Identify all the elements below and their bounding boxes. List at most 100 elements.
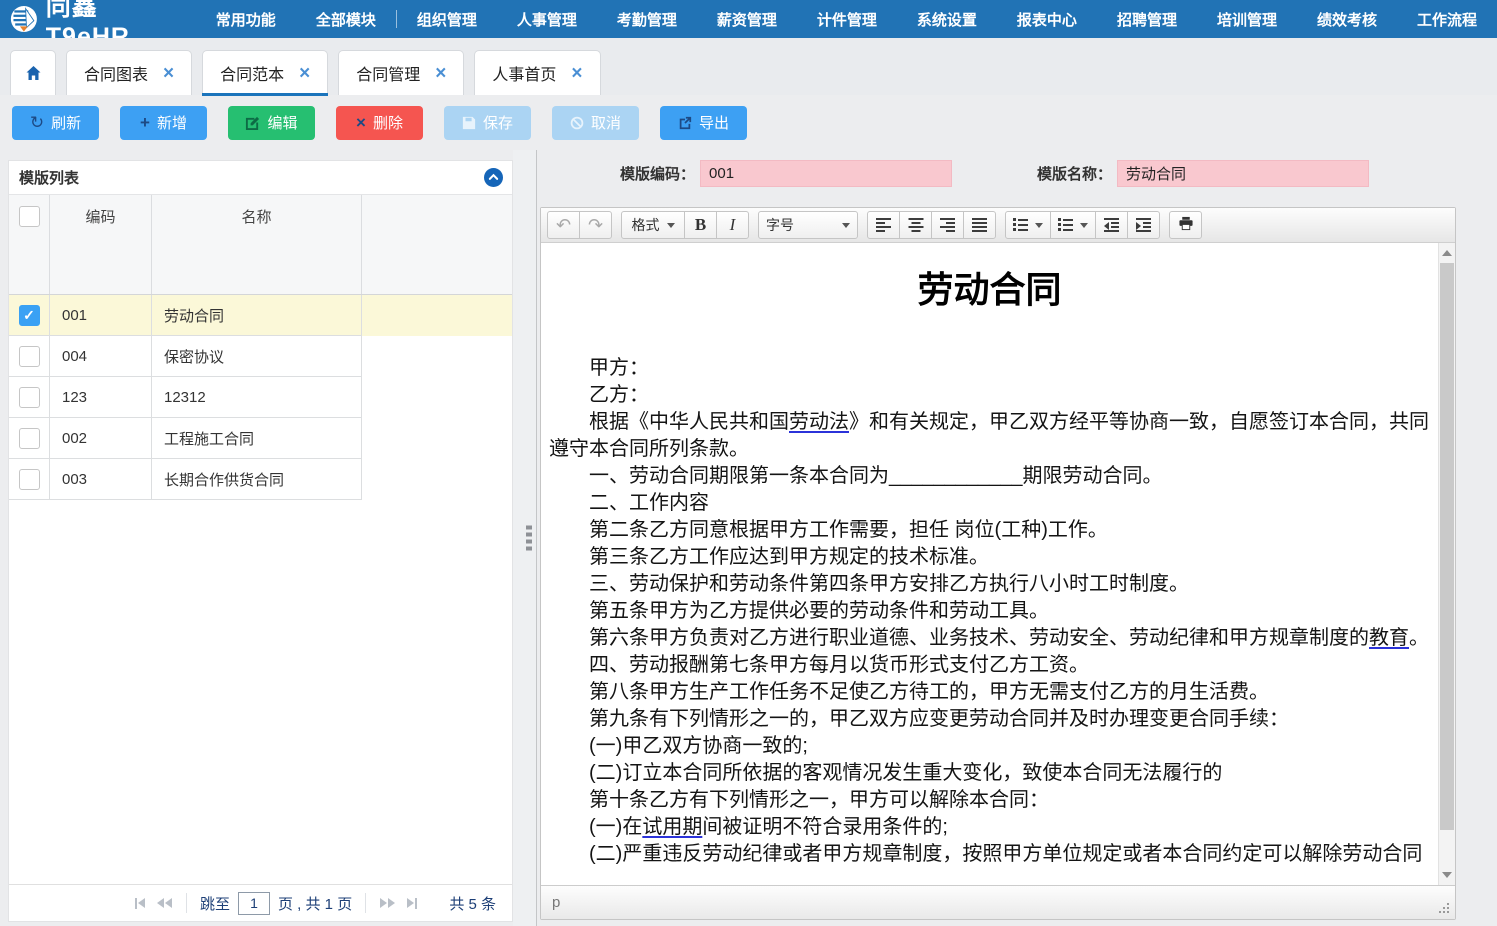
table-row[interactable]: 12312312 xyxy=(9,377,512,418)
align-right-button[interactable] xyxy=(931,211,964,239)
align-right-icon xyxy=(940,217,955,233)
table-row[interactable]: 004保密协议 xyxy=(9,336,512,377)
scroll-up-icon[interactable] xyxy=(1439,245,1455,261)
nav-item-12[interactable]: 工作流程 xyxy=(1397,9,1497,30)
cell-filler xyxy=(362,377,512,418)
nav-item-8[interactable]: 报表中心 xyxy=(997,9,1097,30)
doc-paragraph: 第十条乙方有下列情形之一，甲方可以解除本合同： xyxy=(549,787,1430,814)
row-checkbox[interactable] xyxy=(19,387,40,408)
cell-filler xyxy=(362,295,512,336)
prev-page-button[interactable] xyxy=(157,898,172,908)
row-checkbox[interactable]: ✓ xyxy=(19,305,40,326)
collapse-panel-button[interactable] xyxy=(484,168,503,187)
align-left-button[interactable] xyxy=(867,211,900,239)
last-page-button[interactable] xyxy=(407,898,417,909)
doc-link[interactable]: 教育 xyxy=(1369,627,1409,649)
template-code-input[interactable] xyxy=(700,160,952,187)
plus-button[interactable]: +新增 xyxy=(120,106,207,140)
resize-grip-icon[interactable] xyxy=(1447,911,1449,913)
doc-paragraph: 第八条甲方生产工作任务不足使乙方待工的，甲方无需支付乙方的月生活费。 xyxy=(549,679,1430,706)
doc-link[interactable]: 试用期 xyxy=(642,816,702,838)
export-button[interactable]: 导出 xyxy=(660,106,747,140)
nav-item-3[interactable]: 人事管理 xyxy=(497,9,597,30)
first-page-button[interactable] xyxy=(135,898,145,909)
doc-paragraph: 第三条乙方工作应达到甲方规定的技术标准。 xyxy=(549,544,1430,571)
cell-name: 劳动合同 xyxy=(152,295,362,336)
doc-paragraph: (一)在试用期间被证明不符合录用条件的; xyxy=(549,814,1430,841)
scrollbar-thumb[interactable] xyxy=(1440,263,1454,830)
toolbar-group xyxy=(1169,211,1202,239)
outdent-icon xyxy=(1104,217,1119,233)
doc-text: 第六条甲方负责对乙方进行职业道德、业务技术、劳动安全、劳动纪律和甲方规章制度的 xyxy=(589,627,1369,649)
indent-button[interactable] xyxy=(1127,211,1160,239)
print-icon xyxy=(1178,216,1194,234)
cell-filler xyxy=(362,459,512,500)
italic-button[interactable]: I xyxy=(716,211,749,239)
doc-paragraph: 第二条乙方同意根据甲方工作需要，担任 岗位(工种)工作。 xyxy=(549,517,1430,544)
toolbar-group xyxy=(867,211,996,239)
document-body[interactable]: 劳动合同 甲方：乙方：根据《中华人民共和国劳动法》和有关规定，甲乙双方经平等协商… xyxy=(541,243,1438,885)
doc-paragraph: 根据《中华人民共和国劳动法》和有关规定，甲乙双方经平等协商一致，自愿签订本合同，… xyxy=(549,409,1430,463)
table-row[interactable]: 003长期合作供货合同 xyxy=(9,459,512,500)
tab-close-icon[interactable]: × xyxy=(571,64,582,83)
cell-code: 002 xyxy=(50,418,152,459)
table-row[interactable]: ✓001劳动合同 xyxy=(9,295,512,336)
refresh-button[interactable]: ↻刷新 xyxy=(12,106,99,140)
delete-button[interactable]: ×删除 xyxy=(336,106,423,140)
format-select[interactable]: 格式 xyxy=(621,211,685,239)
bullet-list-button[interactable] xyxy=(1005,211,1051,239)
tab-label: 合同管理 xyxy=(356,61,420,85)
redo-button: ↷ xyxy=(579,211,612,239)
cell-name: 保密协议 xyxy=(152,336,362,377)
button-label: 删除 xyxy=(373,112,403,133)
row-checkbox[interactable] xyxy=(19,428,40,449)
tab-home[interactable] xyxy=(10,50,56,95)
page-number-input[interactable] xyxy=(238,892,270,915)
tab-2[interactable]: 合同管理 × xyxy=(338,50,464,95)
nav-item-2[interactable]: 组织管理 xyxy=(397,9,497,30)
scroll-down-icon[interactable] xyxy=(1439,867,1455,883)
editor-scrollbar[interactable] xyxy=(1438,243,1455,885)
cell-filler xyxy=(362,418,512,459)
nav-item-9[interactable]: 招聘管理 xyxy=(1097,9,1197,30)
tab-close-icon[interactable]: × xyxy=(299,64,310,83)
numlist-icon xyxy=(1058,217,1073,233)
nav-item-11[interactable]: 绩效考核 xyxy=(1297,9,1397,30)
button-label: 取消 xyxy=(591,112,621,133)
select-all-checkbox[interactable] xyxy=(19,206,40,227)
tab-0[interactable]: 合同图表× xyxy=(66,50,192,95)
align-justify-button[interactable] xyxy=(963,211,996,239)
nav-item-5[interactable]: 薪资管理 xyxy=(697,9,797,30)
outdent-button[interactable] xyxy=(1095,211,1128,239)
template-name-input[interactable] xyxy=(1117,160,1369,187)
italic-button-glyph: I xyxy=(730,215,736,235)
numbered-list-button[interactable] xyxy=(1050,211,1096,239)
column-header-name: 名称 xyxy=(152,195,362,294)
row-checkbox[interactable] xyxy=(19,469,40,490)
table-body: ✓001劳动合同004保密协议12312312002工程施工合同003长期合作供… xyxy=(9,295,512,500)
tab-close-icon[interactable]: × xyxy=(163,64,174,83)
row-checkbox[interactable] xyxy=(19,346,40,367)
nav-item-4[interactable]: 考勤管理 xyxy=(597,9,697,30)
align-center-button[interactable] xyxy=(899,211,932,239)
doc-link[interactable]: 劳动法 xyxy=(789,411,849,433)
next-page-button[interactable] xyxy=(380,898,395,908)
nav-item-6[interactable]: 计件管理 xyxy=(797,9,897,30)
fontsize-select[interactable]: 字号 xyxy=(758,211,858,239)
tab-1[interactable]: 合同范本× xyxy=(202,50,328,95)
chevron-up-icon xyxy=(488,172,499,183)
template-editor-panel: 模版编码： 模版名称： ↶↷格式BI字号 劳动合同 甲方：乙方：根据《中华人民共… xyxy=(537,150,1497,926)
nav-item-1[interactable]: 全部模块 xyxy=(296,9,396,30)
edit-button[interactable]: 编辑 xyxy=(228,106,315,140)
table-header: 编码 名称 xyxy=(9,195,512,295)
doc-text: 一、劳动合同期限第一条本合同为____________期限劳动合同。 xyxy=(589,465,1162,487)
bold-button[interactable]: B xyxy=(684,211,717,239)
tab-3[interactable]: 人事首页× xyxy=(474,50,600,95)
nav-item-7[interactable]: 系统设置 xyxy=(897,9,997,30)
panel-splitter[interactable] xyxy=(513,150,537,926)
table-row[interactable]: 002工程施工合同 xyxy=(9,418,512,459)
print-button[interactable] xyxy=(1169,211,1202,239)
nav-item-0[interactable]: 常用功能 xyxy=(196,9,296,30)
nav-item-10[interactable]: 培训管理 xyxy=(1197,9,1297,30)
tab-close-icon[interactable]: × xyxy=(435,64,446,83)
